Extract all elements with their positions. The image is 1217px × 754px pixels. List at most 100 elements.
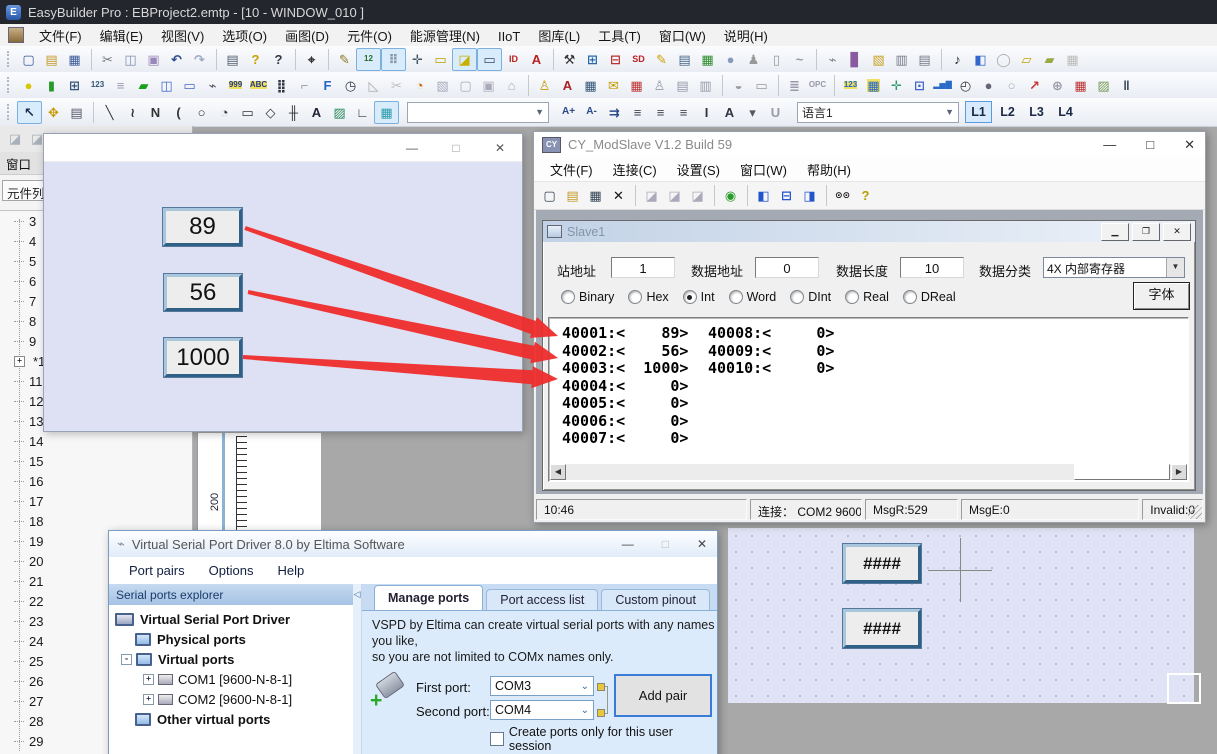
pie-icon[interactable]: ◔: [213, 102, 236, 123]
ms-close-doc-icon[interactable]: ✕: [607, 185, 630, 206]
station-address-input[interactable]: 1: [611, 257, 675, 278]
resize-grip[interactable]: [1188, 505, 1202, 519]
indent-icon[interactable]: ⇉: [603, 102, 626, 123]
folder-green-icon[interactable]: ▰: [132, 75, 155, 96]
menu-item[interactable]: 文件(F): [30, 27, 91, 46]
polyline-icon[interactable]: N: [144, 102, 167, 123]
window-tree-item[interactable]: 16: [0, 471, 192, 491]
bulb-icon[interactable]: ●: [17, 75, 40, 96]
tags-icon[interactable]: ▱: [1015, 49, 1038, 70]
tab-port-access-list[interactable]: Port access list: [486, 589, 598, 610]
menu-item[interactable]: 视图(V): [152, 27, 213, 46]
language-combo[interactable]: 语言1 ▼: [797, 102, 959, 123]
numeric-display[interactable]: 89: [163, 208, 242, 246]
language-state-button[interactable]: L2: [994, 101, 1021, 123]
maximize-icon[interactable]: □: [1146, 137, 1154, 153]
align-left-icon[interactable]: ≡: [626, 102, 649, 123]
opc-icon[interactable]: OPC: [806, 75, 829, 96]
trend-icon[interactable]: ↗: [1023, 75, 1046, 96]
door-icon[interactable]: ▯: [765, 49, 788, 70]
select-display-icon[interactable]: ◫: [155, 75, 178, 96]
csv-icon[interactable]: ▤: [673, 49, 696, 70]
ms-copy3-icon[interactable]: ◪: [686, 185, 709, 206]
abc-icon[interactable]: ABC: [247, 75, 270, 96]
color-dropdown-icon[interactable]: ▾: [741, 102, 764, 123]
scrollbar-thumb[interactable]: [1074, 464, 1170, 480]
undo-icon[interactable]: ↶: [165, 49, 188, 70]
menu-item[interactable]: 元件(O): [338, 27, 401, 46]
menu-item[interactable]: 文件(F): [540, 161, 603, 180]
open-folder-icon[interactable]: ▤: [40, 49, 63, 70]
panel-icon[interactable]: ▭: [750, 75, 773, 96]
recipe-icon[interactable]: ▦: [696, 49, 719, 70]
data-length-input[interactable]: 10: [900, 257, 964, 278]
format-radio[interactable]: Real: [845, 290, 889, 304]
numeric-object-placeholder[interactable]: ####: [843, 544, 921, 583]
menu-item[interactable]: 帮助(H): [797, 161, 861, 180]
link-icon[interactable]: ~: [788, 49, 811, 70]
expand-icon[interactable]: +: [14, 356, 25, 367]
minimize-icon[interactable]: —: [1103, 137, 1116, 153]
minimize-icon[interactable]: —: [390, 141, 434, 155]
font-button[interactable]: 字体: [1133, 282, 1190, 310]
font-combo[interactable]: ▼: [407, 102, 549, 123]
format-radio[interactable]: Int: [683, 290, 715, 304]
tree-item-virtual-ports[interactable]: - Virtual ports: [109, 649, 353, 669]
minimize-icon[interactable]: —: [622, 537, 634, 551]
table-grid-icon[interactable]: ▦: [374, 101, 399, 124]
image-icon[interactable]: ▨: [1092, 75, 1115, 96]
format-radio[interactable]: Binary: [561, 290, 614, 304]
menu-item[interactable]: 图库(L): [529, 27, 589, 46]
window-new-icon[interactable]: ⊞: [63, 75, 86, 96]
toolbar-drag-handle[interactable]: [7, 104, 13, 120]
frame2-icon[interactable]: ▣: [477, 75, 500, 96]
gauge2-icon[interactable]: ◒: [722, 75, 750, 96]
text-icon[interactable]: A: [305, 102, 328, 123]
format-radio[interactable]: DInt: [790, 290, 831, 304]
ms-copy2-icon[interactable]: ◪: [663, 185, 686, 206]
restore-icon[interactable]: ❐: [1132, 223, 1160, 241]
menu-item[interactable]: 窗口(W): [650, 27, 715, 46]
connector-icon[interactable]: ⌁: [201, 75, 224, 96]
font-up-icon[interactable]: A+: [557, 102, 580, 123]
format-radio[interactable]: Word: [729, 290, 777, 304]
ms-connect-icon[interactable]: ◉: [714, 185, 742, 206]
tree-item-physical-ports[interactable]: Physical ports: [109, 629, 353, 649]
pen-icon[interactable]: ✎: [328, 49, 356, 70]
book-icon[interactable]: ▊: [844, 49, 867, 70]
ms-find-icon[interactable]: ⊙⊙: [826, 185, 854, 206]
comment-icon[interactable]: ▭: [477, 48, 502, 71]
menu-item[interactable]: 选项(O): [213, 27, 276, 46]
snap-icon[interactable]: ✛: [406, 49, 429, 70]
menu-item[interactable]: Help: [265, 561, 316, 580]
window-tree-item[interactable]: 15: [0, 451, 192, 471]
menu-item[interactable]: 窗口(W): [730, 161, 797, 180]
polygon-icon[interactable]: ◇: [259, 102, 282, 123]
a-table-icon[interactable]: A: [556, 75, 579, 96]
first-port-combo[interactable]: COM3 ⌄: [490, 676, 594, 696]
calendar-icon[interactable]: ▦: [625, 75, 648, 96]
ms-tile-h-icon[interactable]: ⊟: [775, 185, 798, 206]
circle-shape-icon[interactable]: ○: [190, 102, 213, 123]
rect-shape-icon[interactable]: ▭: [236, 102, 259, 123]
numeric-display[interactable]: 1000: [164, 338, 242, 377]
window-icon[interactable]: ◧: [969, 49, 992, 70]
preview-icon[interactable]: ●: [719, 49, 742, 70]
ms-copy1-icon[interactable]: ◪: [635, 185, 663, 206]
card-icon[interactable]: ▧: [867, 49, 890, 70]
meter-icon[interactable]: ◴: [954, 75, 977, 96]
menu-item[interactable]: Port pairs: [117, 561, 197, 580]
close-icon[interactable]: ✕: [478, 141, 522, 155]
maximize-icon[interactable]: □: [434, 141, 478, 155]
hand-icon[interactable]: ✥: [42, 102, 65, 123]
building-icon[interactable]: ▦: [1061, 49, 1084, 70]
timer-icon[interactable]: ◔: [408, 75, 431, 96]
format-radio[interactable]: DReal: [903, 290, 956, 304]
window-tree-item[interactable]: 18: [0, 511, 192, 531]
pick-icon[interactable]: ♙: [648, 75, 671, 96]
copy-icon[interactable]: ◫: [119, 49, 142, 70]
barcode-icon[interactable]: ⣿: [270, 75, 293, 96]
circle-icon[interactable]: ●: [977, 75, 1000, 96]
font-down-icon[interactable]: A-: [580, 102, 603, 123]
tools-icon[interactable]: ⚒: [553, 49, 581, 70]
